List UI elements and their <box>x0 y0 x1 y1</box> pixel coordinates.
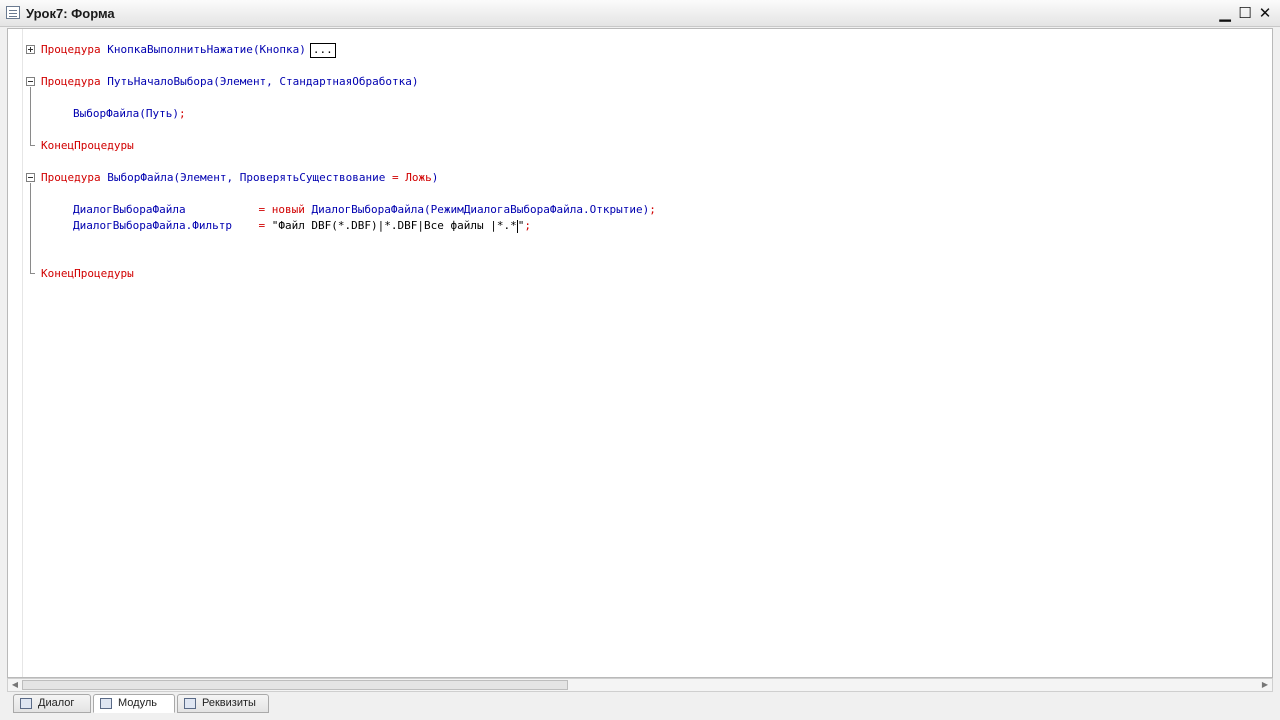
tab-label: Реквизиты <box>202 697 256 709</box>
close-button[interactable]: ✕ <box>1256 4 1274 22</box>
dialog-icon <box>20 698 32 709</box>
code-line: КонецПроцедуры <box>8 138 134 154</box>
procedure-args: (Элемент, СтандартнаяОбработка) <box>213 75 419 88</box>
procedure-args-close: ) <box>431 171 439 184</box>
code-line: ВыборФайла(Путь); <box>8 106 186 122</box>
module-icon <box>100 698 112 709</box>
tab-module[interactable]: Модуль <box>93 694 175 713</box>
procedure-name: ПутьНачалоВыбора <box>107 75 214 88</box>
code-line: Процедура ПутьНачалоВыбора(Элемент, Стан… <box>8 74 419 90</box>
attributes-icon <box>184 698 196 709</box>
code-line: ДиалогВыбораФайла = новый ДиалогВыбораФа… <box>8 202 656 218</box>
semicolon: ; <box>649 203 656 216</box>
semicolon: ; <box>524 219 531 232</box>
code-line: Процедура ВыборФайла(Элемент, ПроверятьС… <box>8 170 438 186</box>
semicolon: ; <box>178 107 186 120</box>
keyword-new: новый <box>265 203 305 216</box>
keyword: Процедура <box>41 75 101 88</box>
scroll-right-button[interactable]: ▶ <box>1258 679 1272 691</box>
scroll-left-button[interactable]: ◀ <box>8 679 22 691</box>
procedure-args: (Элемент, ПроверятьСуществование <box>173 171 393 184</box>
function-call: ВыборФайла <box>73 107 140 120</box>
form-icon <box>6 6 20 19</box>
tab-label: Модуль <box>118 697 157 709</box>
procedure-name: КнопкаВыполнитьНажатие <box>107 43 253 56</box>
keyword: КонецПроцедуры <box>41 139 134 152</box>
procedure-args: (Кнопка) <box>252 43 306 56</box>
horizontal-scrollbar[interactable]: ◀ ▶ <box>7 678 1273 692</box>
padding <box>186 203 259 216</box>
minimize-button[interactable]: ▁ <box>1216 4 1234 22</box>
code-line: ДиалогВыбораФайла.Фильтр = "Файл DBF(*.D… <box>8 218 531 234</box>
tab-attributes[interactable]: Реквизиты <box>177 694 269 713</box>
equals-operator: = <box>392 171 399 184</box>
variable: ДиалогВыбораФайла <box>73 203 186 216</box>
maximize-button[interactable]: ☐ <box>1236 4 1254 22</box>
code-editor[interactable]: Процедура КнопкаВыполнитьНажатие(Кнопка)… <box>7 28 1273 678</box>
tab-label: Диалог <box>38 697 75 709</box>
call-args: (Путь) <box>139 107 179 120</box>
scroll-thumb[interactable] <box>22 680 568 690</box>
code-line: Процедура КнопкаВыполнитьНажатие(Кнопка)… <box>8 42 336 58</box>
collapsed-block[interactable]: ... <box>309 42 336 58</box>
tab-bar: Диалог Модуль Реквизиты <box>7 693 1273 715</box>
tab-dialog[interactable]: Диалог <box>13 694 91 713</box>
constructor-call: ДиалогВыбораФайла(РежимДиалогаВыбораФайл… <box>304 203 650 216</box>
keyword: Процедура <box>41 43 101 56</box>
window-title: Урок7: Форма <box>26 6 115 21</box>
keyword: Процедура <box>41 171 101 184</box>
padding <box>232 219 259 232</box>
code-line: КонецПроцедуры <box>8 266 134 282</box>
procedure-name: ВыборФайла <box>107 171 174 184</box>
variable: ДиалогВыбораФайла.Фильтр <box>73 219 232 232</box>
title-bar: Урок7: Форма ▁ ☐ ✕ <box>0 0 1280 27</box>
keyword: КонецПроцедуры <box>41 267 134 280</box>
string-literal: "Файл DBF(*.DBF)|*.DBF|Все файлы |*.* <box>265 219 517 232</box>
default-value: Ложь <box>398 171 432 184</box>
